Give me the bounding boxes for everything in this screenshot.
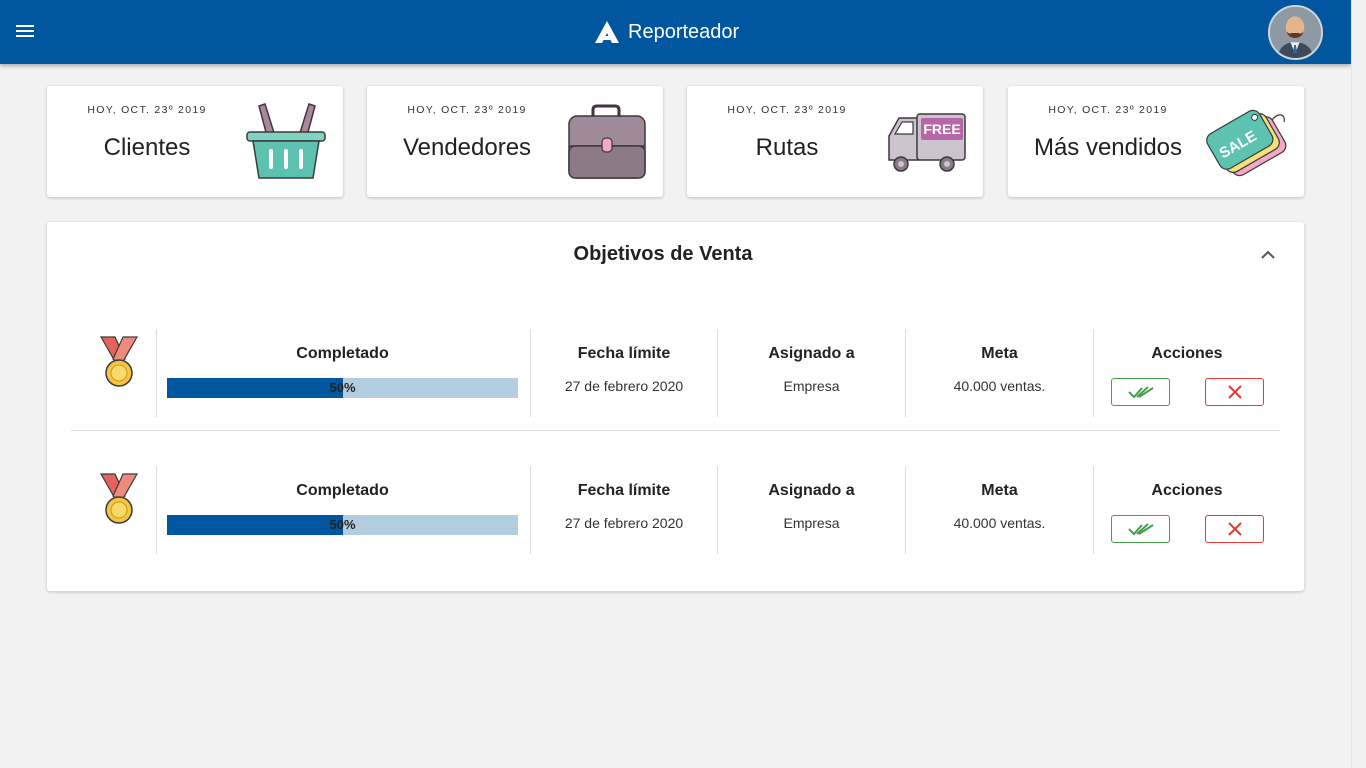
column-divider xyxy=(1093,466,1094,554)
card-vendedores[interactable]: HOY, OCT. 23º 2019 Vendedores xyxy=(367,86,663,197)
deadline-column: Fecha límite 27 de febrero 2020 xyxy=(531,482,717,531)
assigned-column: Asignado a Empresa xyxy=(718,345,905,394)
goal-column: Meta 40.000 ventas. xyxy=(906,482,1093,531)
assigned-value: Empresa xyxy=(783,515,840,531)
close-icon xyxy=(1227,522,1242,536)
deadline-value: 27 de febrero 2020 xyxy=(564,378,684,394)
brand: Reporteador xyxy=(594,18,739,46)
row-divider xyxy=(71,430,1280,431)
card-title: Clientes xyxy=(103,134,191,161)
card-date: HOY, OCT. 23º 2019 xyxy=(1048,104,1168,116)
approve-button[interactable] xyxy=(1111,378,1170,406)
chevron-up-icon[interactable] xyxy=(1256,246,1280,264)
actions-header: Acciones xyxy=(1151,482,1223,499)
progress-text: 50% xyxy=(329,380,356,395)
avatar[interactable] xyxy=(1268,5,1323,60)
progress-bar: 50% xyxy=(167,515,518,535)
completed-header: Completado xyxy=(296,482,389,499)
double-check-icon xyxy=(1127,523,1154,536)
briefcase-icon xyxy=(568,104,646,179)
completed-header: Completado xyxy=(296,345,389,362)
deadline-header: Fecha límite xyxy=(577,482,671,499)
completed-column: Completado xyxy=(167,345,518,367)
card-date: HOY, OCT. 23º 2019 xyxy=(727,104,847,116)
van-badge-text: FREE xyxy=(923,121,960,137)
deadline-column: Fecha límite 27 de febrero 2020 xyxy=(531,345,717,394)
completed-column: Completado xyxy=(167,482,518,504)
assigned-value: Empresa xyxy=(783,378,840,394)
goal-header: Meta xyxy=(981,345,1018,362)
card-mas-vendidos[interactable]: HOY, OCT. 23º 2019 Más vendidos SALE xyxy=(1008,86,1304,197)
card-title: Más vendidos xyxy=(1033,134,1183,161)
avatar-icon xyxy=(1270,7,1321,58)
close-icon xyxy=(1227,385,1242,399)
goal-value: 40.000 ventas. xyxy=(953,515,1046,531)
objectives-panel: Objetivos de Venta Completado 50% Fecha … xyxy=(47,222,1304,591)
approve-button[interactable] xyxy=(1111,515,1170,543)
top-app-bar: Reporteador xyxy=(0,0,1351,64)
logo-icon xyxy=(595,21,619,43)
panel-title: Objetivos de Venta xyxy=(573,243,753,265)
card-title: Vendedores xyxy=(402,134,532,161)
column-divider xyxy=(156,466,157,554)
reject-button[interactable] xyxy=(1205,515,1264,543)
basket-icon xyxy=(246,103,326,179)
objective-row: Completado 50% Fecha límite 27 de febrer… xyxy=(71,462,1280,562)
reject-button[interactable] xyxy=(1205,378,1264,406)
actions-header: Acciones xyxy=(1151,345,1223,362)
progress-text: 50% xyxy=(329,517,356,532)
assigned-header: Asignado a xyxy=(768,345,855,362)
column-divider xyxy=(156,329,157,417)
page-scrollbar[interactable] xyxy=(1351,0,1366,768)
delivery-van-icon: FREE xyxy=(888,113,966,172)
actions-column: Acciones xyxy=(1094,345,1280,367)
deadline-header: Fecha límite xyxy=(577,345,671,362)
assigned-header: Asignado a xyxy=(768,482,855,499)
card-rutas[interactable]: HOY, OCT. 23º 2019 Rutas FREE xyxy=(687,86,983,197)
progress-bar: 50% xyxy=(167,378,518,398)
card-clientes[interactable]: HOY, OCT. 23º 2019 Clientes xyxy=(47,86,343,197)
card-title: Rutas xyxy=(755,134,819,161)
actions-column: Acciones xyxy=(1094,482,1280,504)
sale-tag-icon: SALE xyxy=(1206,109,1287,177)
app-title: Reporteador xyxy=(628,20,740,43)
goal-value: 40.000 ventas. xyxy=(953,378,1046,394)
card-date: HOY, OCT. 23º 2019 xyxy=(407,104,527,116)
card-date: HOY, OCT. 23º 2019 xyxy=(87,104,207,116)
deadline-value: 27 de febrero 2020 xyxy=(564,515,684,531)
double-check-icon xyxy=(1127,386,1154,399)
goal-header: Meta xyxy=(981,482,1018,499)
goal-column: Meta 40.000 ventas. xyxy=(906,345,1093,394)
column-divider xyxy=(1093,329,1094,417)
medal-icon xyxy=(99,336,139,387)
objective-row: Completado 50% Fecha límite 27 de febrer… xyxy=(71,325,1280,425)
menu-icon[interactable] xyxy=(16,22,40,42)
medal-icon xyxy=(99,473,139,524)
assigned-column: Asignado a Empresa xyxy=(718,482,905,531)
